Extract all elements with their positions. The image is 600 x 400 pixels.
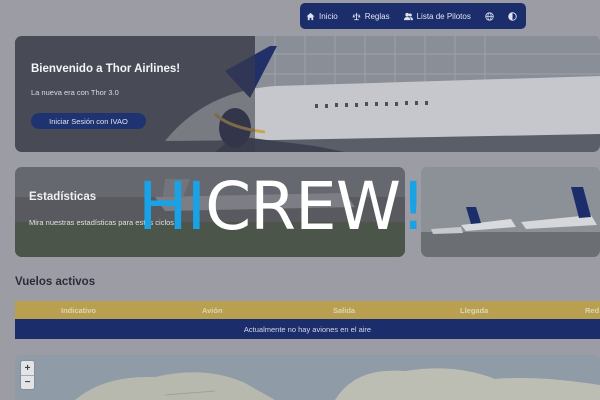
map-land [75,368,600,400]
nav-item-inicio[interactable]: Inicio [306,12,338,21]
watermark-part: CREW [205,168,401,245]
watermark-part: HI [138,168,206,245]
zoom-out-button[interactable]: − [21,375,34,389]
column-header: Llegada [460,306,489,315]
flights-table-header: Indicativo Avión Salida Llegada Red [15,301,600,319]
fleet-airplanes-image [421,167,600,257]
hero-banner: Bienvenido a Thor Airlines! La nueva era… [15,36,600,152]
flight-map[interactable] [15,355,600,400]
contrast-icon [508,11,517,21]
column-header: Salida [333,306,356,315]
stats-title: Estadísticas [29,191,97,203]
nav-item-label: Lista de Pilotos [416,11,471,21]
watermark-part: ! [400,168,426,245]
hero-subtitle: La nueva era con Thor 3.0 [31,88,119,97]
fleet-card[interactable] [421,167,600,257]
scale-icon [352,12,361,20]
map-zoom-control: + − [20,360,35,390]
users-icon [403,12,413,20]
home-icon [306,12,315,20]
globe-icon [485,11,494,21]
hero-title: Bienvenido a Thor Airlines! [31,63,181,75]
ivao-login-button[interactable]: Iniciar Sesión con IVAO [31,113,146,129]
hicrew-watermark: HICREW! [138,172,426,242]
language-button[interactable] [485,11,494,21]
flights-empty-message: Actualmente no hay aviones en el aire [15,319,600,339]
top-nav: Inicio Reglas Lista de Pilotos [300,3,526,29]
active-flights-title: Vuelos activos [15,276,96,288]
nav-item-lista-pilotos[interactable]: Lista de Pilotos [403,11,471,21]
zoom-in-button[interactable]: + [21,361,34,375]
nav-item-reglas[interactable]: Reglas [352,12,390,21]
theme-toggle[interactable] [508,11,517,21]
nav-item-label: Inicio [319,11,338,21]
column-header: Indicativo [61,306,97,315]
column-header: Avión [202,306,223,315]
nav-item-label: Reglas [364,11,390,21]
column-header: Red [585,306,600,315]
